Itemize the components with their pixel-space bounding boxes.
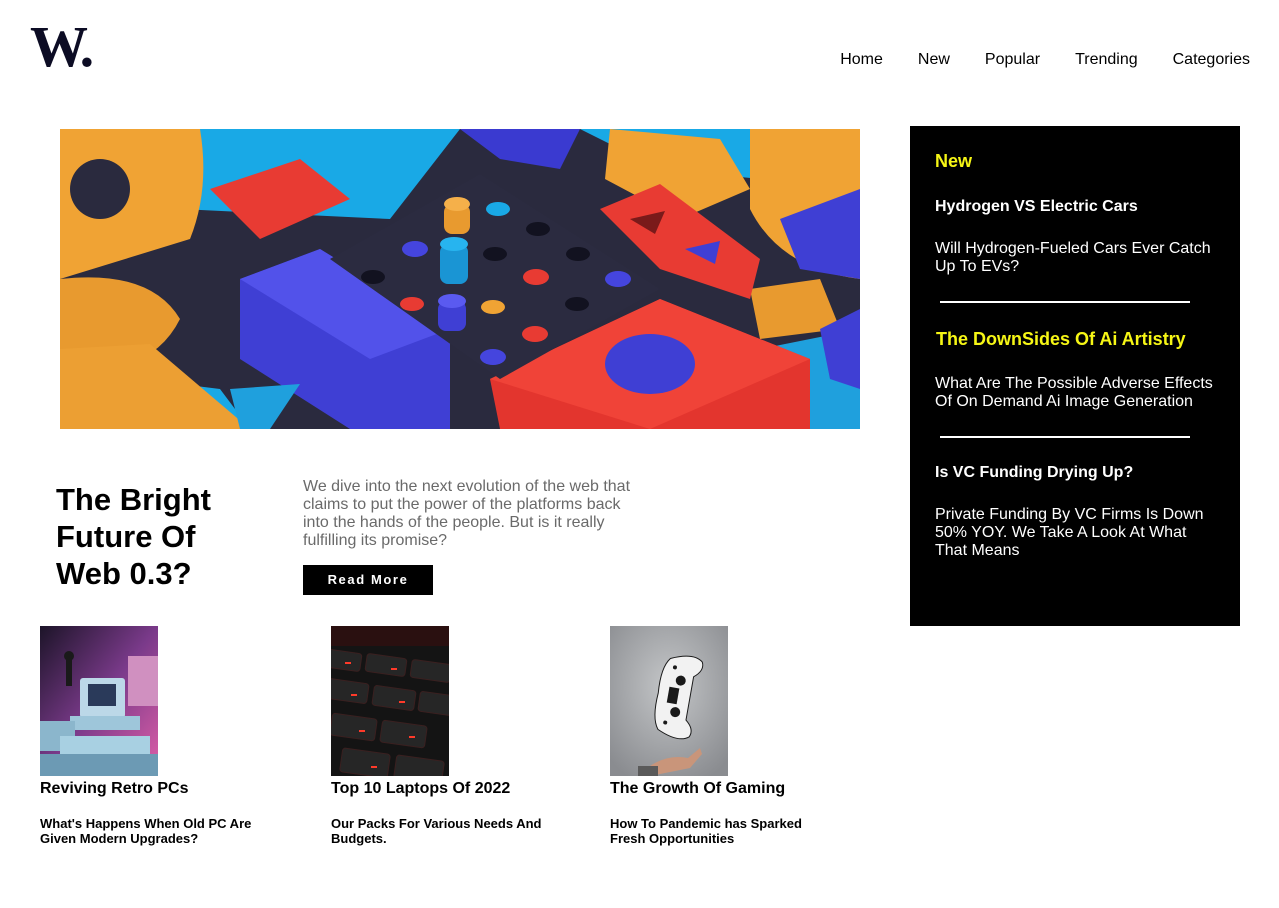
nav-trending[interactable]: Trending (1075, 51, 1138, 69)
hero-description: We dive into the next evolution of the w… (303, 478, 631, 549)
hero-image[interactable] (60, 129, 860, 429)
sidebar-article-title[interactable]: Is VC Funding Drying Up? (935, 464, 1133, 482)
sidebar-divider (940, 436, 1190, 438)
nav-popular[interactable]: Popular (985, 51, 1040, 69)
hero-artwork (60, 129, 860, 429)
article-card[interactable]: The Growth Of Gaming How To Pandemic has… (610, 626, 840, 846)
sidebar-article-title[interactable]: The DownSides Of Ai Artistry (936, 329, 1186, 350)
sidebar-article-description: What Are The Possible Adverse Effects Of… (935, 375, 1213, 410)
article-card[interactable]: Reviving Retro PCs What's Happens When O… (40, 626, 270, 846)
game-controller-image (610, 626, 728, 776)
card-title[interactable]: Reviving Retro PCs (40, 780, 270, 798)
sidebar-article-description: Private Funding By VC Firms Is Down 50% … (935, 506, 1204, 559)
sidebar-divider (940, 301, 1190, 303)
card-thumbnail[interactable] (331, 626, 449, 776)
read-more-button[interactable]: Read More (303, 565, 433, 595)
card-title[interactable]: Top 10 Laptops Of 2022 (331, 780, 561, 798)
card-description: What's Happens When Old PC Are Given Mod… (40, 816, 252, 846)
article-card[interactable]: Top 10 Laptops Of 2022 Our Packs For Var… (331, 626, 561, 846)
card-description: Our Packs For Various Needs And Budgets. (331, 816, 542, 846)
card-description: How To Pandemic has Sparked Fresh Opport… (610, 816, 802, 846)
sidebar-article-description: Will Hydrogen-Fueled Cars Ever Catch Up … (935, 240, 1211, 275)
card-thumbnail[interactable] (610, 626, 728, 776)
site-logo[interactable]: W. (30, 18, 94, 76)
card-title[interactable]: The Growth Of Gaming (610, 780, 840, 798)
sidebar-new: New Hydrogen VS Electric Cars Will Hydro… (910, 126, 1240, 626)
main-nav: Home New Popular Trending Categories (840, 51, 1250, 69)
card-thumbnail[interactable] (40, 626, 158, 776)
hero-title[interactable]: The Bright Future Of Web 0.3? (56, 481, 256, 592)
sidebar-heading: New (935, 151, 973, 171)
laptop-keyboard-image (331, 626, 449, 776)
nav-new[interactable]: New (918, 51, 950, 69)
nav-home[interactable]: Home (840, 51, 883, 69)
retro-pc-image (40, 626, 158, 776)
sidebar-article-title[interactable]: Hydrogen VS Electric Cars (935, 198, 1138, 216)
nav-categories[interactable]: Categories (1173, 51, 1250, 69)
